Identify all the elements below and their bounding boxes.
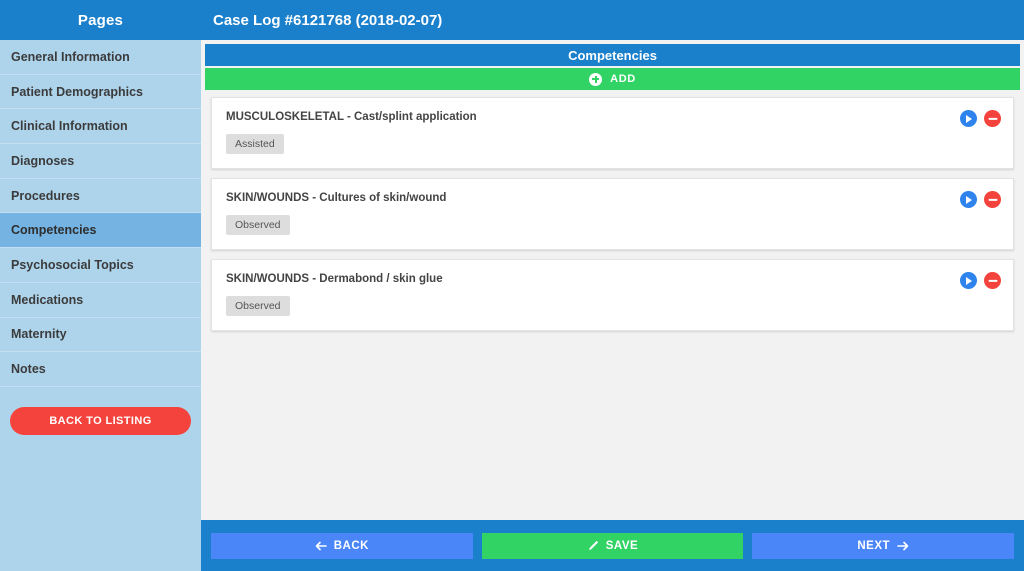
next-button[interactable]: NEXT bbox=[752, 532, 1015, 559]
sidebar-item-medications[interactable]: Medications bbox=[0, 282, 201, 318]
competency-list: MUSCULOSKELETAL - Cast/splint applicatio… bbox=[201, 90, 1024, 520]
sidebar-nav-list: General Information Patient Demographics… bbox=[0, 40, 201, 387]
back-button[interactable]: BACK bbox=[211, 532, 473, 559]
sidebar-item-label: Competencies bbox=[11, 223, 97, 238]
pencil-icon bbox=[588, 540, 598, 550]
play-circle-icon[interactable] bbox=[960, 272, 977, 289]
app-root: Pages General Information Patient Demogr… bbox=[0, 0, 1024, 571]
competency-card: SKIN/WOUNDS - Dermabond / skin glue Obse… bbox=[211, 259, 1014, 331]
competency-title: SKIN/WOUNDS - Cultures of skin/wound bbox=[226, 192, 447, 204]
sidebar-item-clinical-information[interactable]: Clinical Information bbox=[0, 109, 201, 145]
save-button[interactable]: SAVE bbox=[481, 532, 744, 559]
sidebar-item-label: Diagnoses bbox=[11, 153, 75, 168]
play-circle-icon[interactable] bbox=[960, 110, 977, 127]
minus-circle-icon[interactable] bbox=[984, 272, 1001, 289]
sidebar-item-label: Clinical Information bbox=[11, 119, 128, 134]
competency-level-badge: Observed bbox=[226, 215, 290, 235]
sidebar-item-label: Notes bbox=[11, 362, 46, 377]
competency-card: SKIN/WOUNDS - Cultures of skin/wound Obs… bbox=[211, 178, 1014, 250]
back-button-label: BACK bbox=[333, 539, 369, 552]
sidebar-item-general-information[interactable]: General Information bbox=[0, 40, 201, 75]
sidebar-item-label: General Information bbox=[11, 49, 130, 64]
add-button-label: ADD bbox=[610, 73, 636, 85]
sidebar: Pages General Information Patient Demogr… bbox=[0, 0, 201, 571]
sidebar-item-maternity[interactable]: Maternity bbox=[0, 317, 201, 353]
plus-circle-icon bbox=[589, 72, 603, 86]
competency-title: SKIN/WOUNDS - Dermabond / skin glue bbox=[226, 273, 443, 285]
arrow-left-icon bbox=[315, 541, 327, 550]
sidebar-header: Pages bbox=[0, 0, 201, 40]
sidebar-item-notes[interactable]: Notes bbox=[0, 352, 201, 387]
arrow-right-icon bbox=[897, 541, 909, 550]
save-button-label: SAVE bbox=[605, 539, 639, 552]
main-content: Competencies ADD MUSCULOSKELETAL - Cast/… bbox=[201, 40, 1024, 520]
sidebar-item-patient-demographics[interactable]: Patient Demographics bbox=[0, 74, 201, 110]
competency-title: MUSCULOSKELETAL - Cast/splint applicatio… bbox=[226, 111, 477, 123]
competency-level-badge: Observed bbox=[226, 296, 290, 316]
competency-card: MUSCULOSKELETAL - Cast/splint applicatio… bbox=[211, 97, 1014, 169]
competency-card-actions bbox=[960, 272, 1001, 289]
sidebar-item-label: Maternity bbox=[11, 327, 67, 342]
main-panel: Case Log #6121768 (2018-02-07) Competenc… bbox=[201, 0, 1024, 571]
sidebar-item-procedures[interactable]: Procedures bbox=[0, 178, 201, 214]
page-title: Case Log #6121768 (2018-02-07) bbox=[201, 0, 1024, 40]
competency-card-actions bbox=[960, 110, 1001, 127]
competency-card-actions bbox=[960, 191, 1001, 208]
minus-circle-icon[interactable] bbox=[984, 110, 1001, 127]
section-title-bar: Competencies bbox=[205, 44, 1020, 66]
sidebar-footer: BACK TO LISTING bbox=[0, 387, 201, 435]
sidebar-item-label: Psychosocial Topics bbox=[11, 257, 134, 272]
back-to-listing-button[interactable]: BACK TO LISTING bbox=[10, 406, 191, 435]
next-button-label: NEXT bbox=[857, 539, 891, 552]
sidebar-item-diagnoses[interactable]: Diagnoses bbox=[0, 144, 201, 179]
sidebar-item-competencies[interactable]: Competencies bbox=[0, 213, 201, 249]
footer-nav: BACK SAVE NEXT bbox=[201, 520, 1024, 571]
sidebar-item-label: Medications bbox=[11, 292, 84, 307]
sidebar-item-label: Procedures bbox=[11, 188, 80, 203]
play-circle-icon[interactable] bbox=[960, 191, 977, 208]
sidebar-item-label: Patient Demographics bbox=[11, 84, 143, 99]
minus-circle-icon[interactable] bbox=[984, 191, 1001, 208]
add-competency-button[interactable]: ADD bbox=[205, 68, 1020, 90]
competency-level-badge: Assisted bbox=[226, 134, 284, 154]
sidebar-item-psychosocial-topics[interactable]: Psychosocial Topics bbox=[0, 248, 201, 283]
